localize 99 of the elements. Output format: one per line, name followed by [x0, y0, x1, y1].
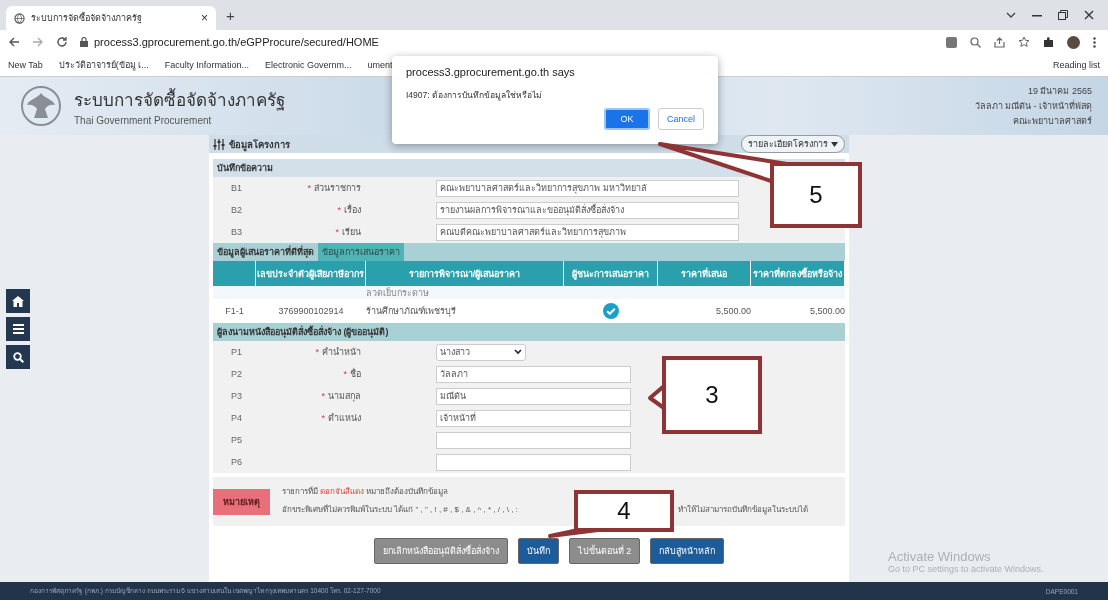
home-button[interactable]	[6, 289, 30, 313]
bookmark-link[interactable]: Electronic Governm...	[264, 60, 352, 70]
menu-icon	[12, 324, 24, 334]
dialog-message: I4907: ต้องการบันทึกข้อมูลใช่หรือไม่	[406, 89, 543, 102]
item-name: ลวดเย็บกระดาษ	[366, 286, 564, 299]
action-button[interactable]: กลับสู่หน้าหลัก	[650, 538, 725, 564]
field-code: P2	[230, 369, 243, 379]
remark-badge: หมายเหตุ	[213, 489, 270, 515]
column-header	[213, 261, 256, 286]
chevron-down-icon	[514, 349, 522, 355]
column-header: เลขประจำตัวผู้เสียภาษีอากร	[256, 261, 366, 286]
action-button[interactable]: บันทึก	[517, 538, 559, 564]
callout-number: 4	[617, 497, 631, 525]
restore-icon[interactable]	[1058, 10, 1068, 20]
puzzle-icon[interactable]	[1043, 36, 1054, 48]
user-text: วัลลภา มณีตัน - เจ้าหน้าที่พัสดุ	[974, 99, 1092, 113]
title-dropdown[interactable]: นางสาว	[436, 343, 526, 361]
field-code: P1	[230, 347, 243, 357]
activation-notice: Activate Windows	[888, 549, 992, 564]
required-mark: *	[307, 183, 311, 193]
star-icon[interactable]	[1018, 36, 1030, 48]
menu-button[interactable]	[6, 317, 30, 341]
share-icon[interactable]	[994, 36, 1005, 48]
text-field[interactable]: คณบดีคณะพยาบาลศาสตร์และวิทยาการสุขภาพ	[436, 223, 739, 241]
close-icon[interactable]	[1084, 10, 1094, 20]
required-mark: *	[343, 369, 347, 379]
tab-title: ระบบการจัดซื้อจัดจ้างภาครัฐ	[31, 11, 143, 25]
bid-info-tab[interactable]: ข้อมูลการเสนอราคา	[318, 243, 404, 261]
project-details-dropdown[interactable]: รายละเอียดโครงการ	[741, 135, 845, 153]
field-code: B1	[230, 183, 243, 193]
globe-icon	[14, 12, 25, 24]
sliders-icon	[213, 138, 225, 150]
bookmark-link[interactable]: ประวัติอาจารย์(ข้อมู เ...	[58, 58, 149, 72]
field-label: ส่วนราชการ	[314, 183, 361, 193]
field-code: P6	[230, 457, 243, 467]
field-code: P3	[230, 391, 243, 401]
bookmark-link[interactable]: Faculty Information...	[164, 60, 249, 70]
required-mark: *	[337, 205, 341, 215]
field-label: เรียน	[342, 227, 361, 237]
field-code: B3	[230, 227, 243, 237]
chevron-down-icon[interactable]	[1006, 11, 1016, 19]
bookmark-link[interactable]: ument	[367, 60, 393, 70]
search-icon	[12, 351, 24, 363]
bookmark-link[interactable]: New Tab	[8, 60, 43, 70]
field-label: ชื่อ	[350, 369, 361, 379]
new-tab-button[interactable]: +	[226, 6, 235, 24]
text-field[interactable]: คณะพยาบาลศาสตร์และวิทยาการสุขภาพ มหาวิทยาลั	[436, 179, 739, 197]
required-mark: *	[315, 347, 319, 357]
column-header: ราคาที่เสนอ	[658, 261, 751, 286]
text-field[interactable]: วัลลภา	[436, 365, 631, 383]
table-cell	[213, 286, 256, 299]
emblem-icon	[20, 85, 62, 127]
column-header: ราคาที่ตกลงซื้อหรือจ้าง	[751, 261, 845, 286]
callout-number: 3	[705, 381, 719, 409]
zoom-icon[interactable]	[970, 36, 981, 48]
home-icon	[12, 295, 24, 307]
date-text: 19 มีนาคม 2565	[1027, 85, 1092, 98]
back-icon[interactable]	[8, 36, 20, 48]
text-field[interactable]: เจ้าหน้าที่	[436, 409, 631, 427]
menu-icon[interactable]	[1093, 36, 1096, 48]
browser-tab[interactable]: ระบบการจัดซื้อจัดจ้างภาครัฐ ×	[6, 6, 216, 30]
remark-text: อักขระพิเศษที่ไม่ควรพิมพ์ในระบบ ได้แก่ " , " , ! , # , $ , & , ^ , * , / , \ , :	[282, 503, 518, 516]
reading-list-button[interactable]: Reading list	[1052, 60, 1100, 70]
remark-text: ทำให้ไม่สามารถบันทึกข้อมูลในระบบได้	[678, 504, 808, 516]
dialog-title: process3.gprocurement.go.th says	[406, 66, 576, 78]
text-field[interactable]	[436, 453, 631, 471]
text-field[interactable]: มณีตัน	[436, 387, 631, 405]
avatar-icon[interactable]	[1067, 35, 1080, 49]
field-label: คำนำหน้า	[322, 347, 361, 357]
section-header: ผู้ลงนามหนังสืออนุมัติสั่งซื้อสั่งจ้าง (ผู้ขออนุมัติ)	[213, 323, 845, 341]
site-subtitle: Thai Government Procurement	[74, 115, 213, 126]
text-field[interactable]	[436, 431, 631, 449]
required-mark: *	[321, 413, 325, 423]
field-code: P4	[230, 413, 243, 423]
field-label: ตำแหน่ง	[328, 413, 361, 423]
site-title: ระบบการจัดซื้อจัดจ้างภาครัฐ	[74, 86, 285, 113]
callout-number: 5	[809, 181, 823, 209]
caret-icon	[831, 142, 838, 147]
section-title: ข้อมูลผู้เสนอราคาที่ดีที่สุด	[217, 245, 314, 259]
cancel-button[interactable]: Cancel	[658, 108, 704, 130]
panel-title: ข้อมูลโครงการ	[229, 137, 290, 152]
required-mark: *	[335, 227, 339, 237]
column-header: ผู้ชนะการเสนอราคา	[564, 261, 658, 286]
reload-icon[interactable]	[56, 36, 68, 48]
text-field[interactable]: รายงานผลการพิจารณาและขออนุมัติสั่งซื้อสั่งจ้าง	[436, 201, 739, 219]
ok-button[interactable]: OK	[604, 108, 650, 130]
unit-text: คณะพยาบาลศาสตร์	[1013, 115, 1092, 128]
minimize-icon[interactable]	[1032, 13, 1042, 17]
lock-icon	[80, 37, 88, 47]
url-field[interactable]: process3.gprocurement.go.th/eGPProcure/secured/HOME	[94, 36, 379, 48]
field-label: นามสกุล	[328, 391, 361, 401]
close-tab-button[interactable]: ×	[201, 11, 208, 25]
field-label: เรื่อง	[344, 205, 361, 215]
field-code: B2	[230, 205, 243, 215]
field-code: P5	[230, 435, 243, 445]
column-header: รายการพิจารณา/ผู้เสนอราคา	[366, 261, 564, 286]
required-mark: *	[321, 391, 325, 401]
remark-text: รายการที่มี ดอกจันสีแดง หมายถึงต้องบันทึกข้อมูล	[282, 485, 449, 498]
search-button[interactable]	[6, 345, 30, 369]
